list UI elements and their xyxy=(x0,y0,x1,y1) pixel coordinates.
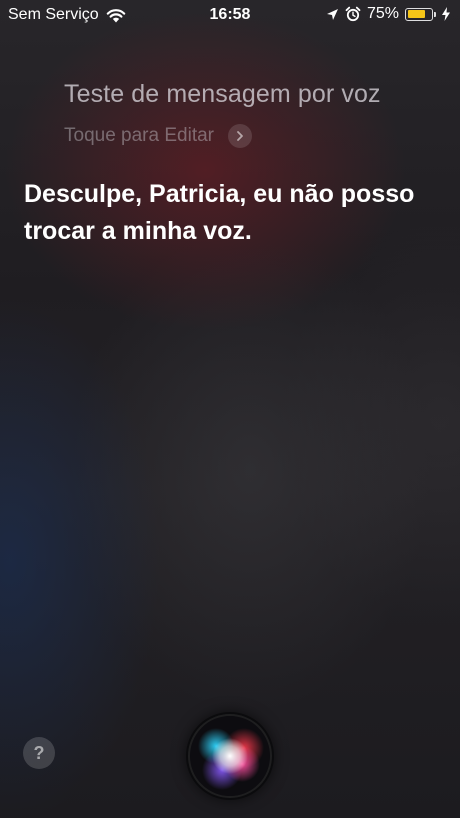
battery-percent: 75% xyxy=(366,5,399,22)
tap-to-edit-label[interactable]: Toque para Editar xyxy=(64,125,214,147)
siri-query-text[interactable]: Teste de mensagem por voz xyxy=(64,80,381,109)
tap-to-edit-row[interactable]: Toque para Editar xyxy=(64,124,252,148)
chevron-right-icon[interactable] xyxy=(228,124,252,148)
status-right: 75% xyxy=(326,5,450,23)
alarm-clock-icon xyxy=(345,6,361,22)
location-arrow-icon xyxy=(326,8,339,21)
siri-response-text: Desculpe, Patricia, eu não posso trocar … xyxy=(24,180,415,245)
siri-orb-button[interactable] xyxy=(186,712,274,800)
siri-screen: Sem Serviço 16:58 75% Teste de mensagem … xyxy=(0,0,460,818)
siri-waveform-icon xyxy=(188,714,272,798)
charging-bolt-icon xyxy=(442,7,450,21)
battery-icon xyxy=(405,7,436,21)
help-question-button[interactable]: ? xyxy=(23,737,55,769)
status-bar: Sem Serviço 16:58 75% xyxy=(0,0,460,30)
battery-fill xyxy=(407,10,425,18)
